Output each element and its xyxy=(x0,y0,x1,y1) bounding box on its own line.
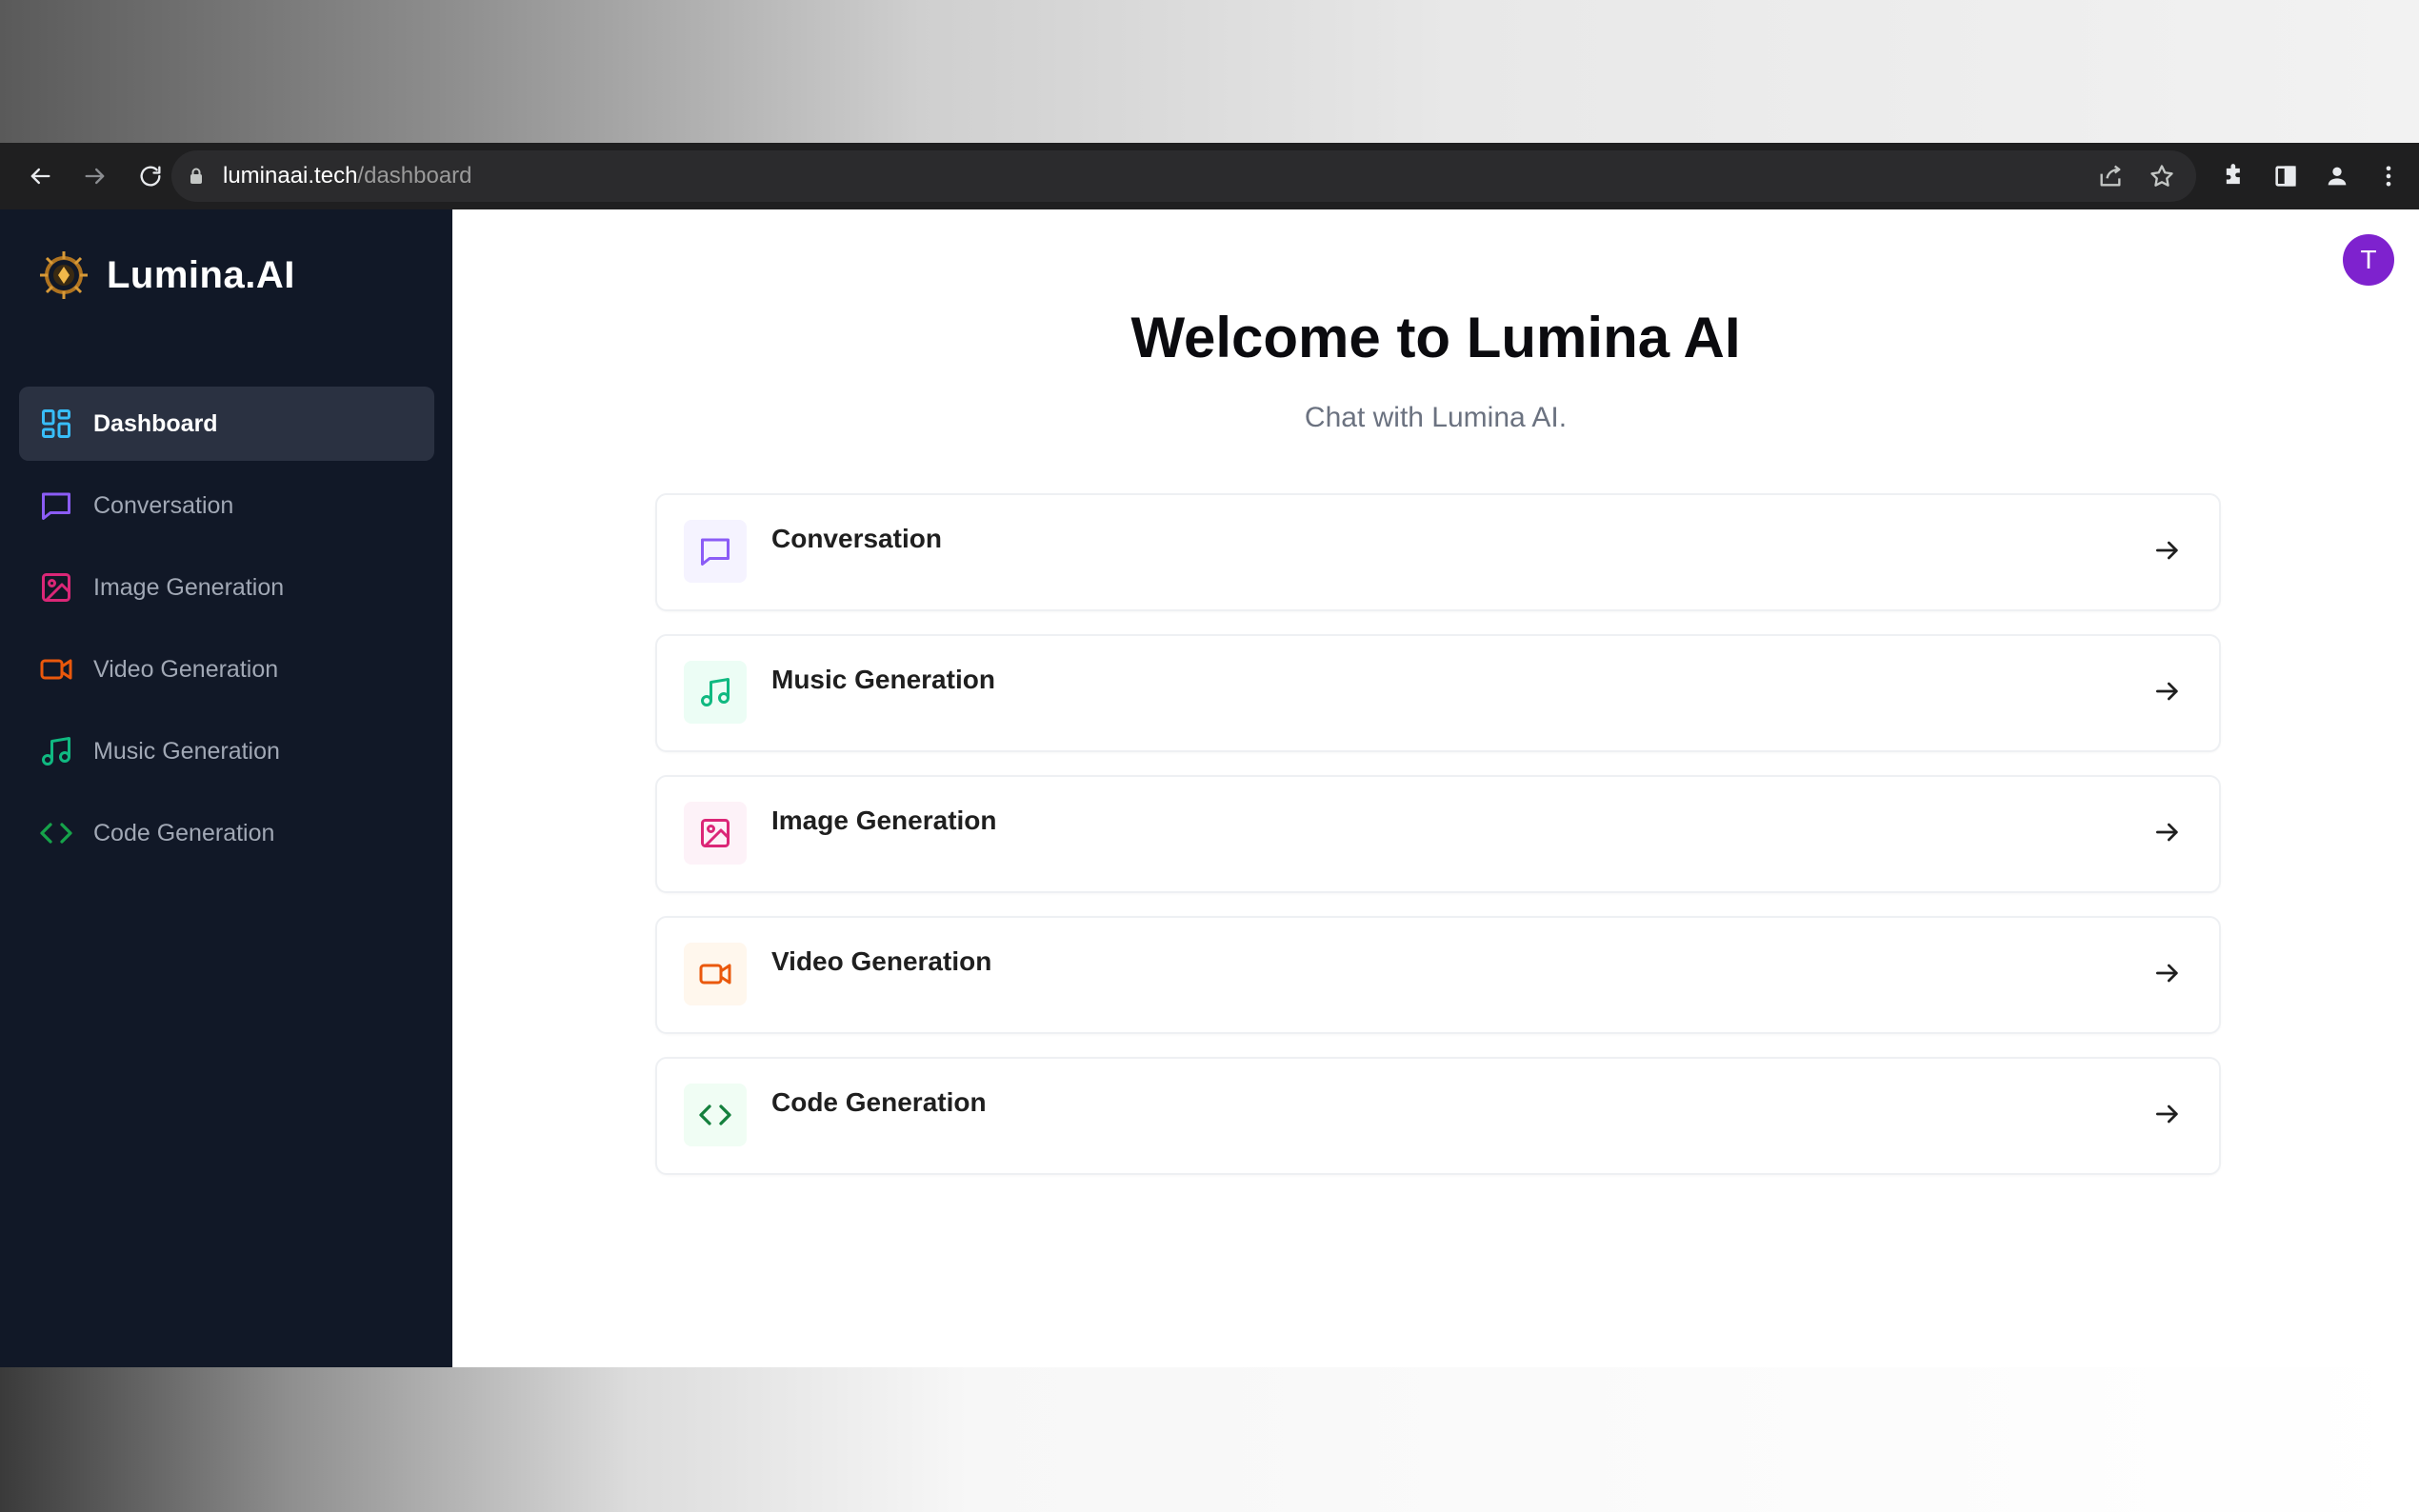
music-note-icon xyxy=(38,733,74,769)
sidebar-item-dashboard[interactable]: Dashboard xyxy=(19,387,434,461)
chat-bubble-icon xyxy=(701,538,730,566)
sidebar-item-music-generation[interactable]: Music Generation xyxy=(19,714,434,788)
sidebar-item-image-generation[interactable]: Image Generation xyxy=(19,550,434,625)
reload-icon xyxy=(140,166,161,187)
video-camera-icon xyxy=(38,651,74,687)
dashboard-grid-icon xyxy=(38,406,74,442)
url-host: luminaai.tech xyxy=(223,163,358,189)
browser-toolbar: luminaai.tech/dashboard xyxy=(0,143,2419,209)
card-title: Video Generation xyxy=(771,946,992,976)
card-icon-box xyxy=(684,802,747,865)
sidebar-item-label: Dashboard xyxy=(93,409,218,437)
lumina-logo-icon xyxy=(40,251,88,299)
back-arrow-icon xyxy=(30,168,50,185)
page-subtitle: Chat with Lumina AI. xyxy=(1304,402,1568,433)
brand[interactable]: Lumina.AI xyxy=(38,249,295,301)
forward-arrow-icon xyxy=(85,168,105,185)
back-button[interactable] xyxy=(15,151,65,201)
arrow-right-icon xyxy=(2156,1104,2178,1124)
side-panel-icon[interactable] xyxy=(2272,163,2299,189)
page-title: Welcome to Lumina AI xyxy=(1130,306,1741,369)
arrow-right-icon xyxy=(2156,682,2178,701)
card-icon-box xyxy=(684,943,747,1005)
omnibox-actions xyxy=(2097,150,2175,202)
code-brackets-icon xyxy=(38,815,74,851)
tool-card-music-generation[interactable]: Music Generation xyxy=(655,634,2221,752)
arrow-right-icon xyxy=(2156,541,2178,560)
video-camera-icon xyxy=(699,964,731,985)
sidebar-item-code-generation[interactable]: Code Generation xyxy=(19,796,434,870)
bookmark-star-icon[interactable] xyxy=(2149,163,2175,189)
card-icon-box xyxy=(684,1084,747,1146)
chat-bubble-icon xyxy=(38,487,74,524)
sidebar-item-label: Code Generation xyxy=(93,819,275,846)
sidebar-item-video-generation[interactable]: Video Generation xyxy=(19,632,434,706)
tool-card-image-generation[interactable]: Image Generation xyxy=(655,775,2221,893)
code-brackets-icon xyxy=(699,1104,731,1125)
address-bar[interactable]: luminaai.tech/dashboard xyxy=(171,150,2196,202)
card-icon-box xyxy=(684,520,747,583)
arrow-right-icon xyxy=(2156,964,2178,983)
browser-actions xyxy=(2221,152,2402,200)
tool-card-code-generation[interactable]: Code Generation xyxy=(655,1057,2221,1175)
card-title: Image Generation xyxy=(771,806,997,835)
kebab-menu-icon[interactable] xyxy=(2375,163,2402,189)
url-path: /dashboard xyxy=(357,163,472,189)
sidebar-item-label: Image Generation xyxy=(93,573,285,601)
sidebar-item-label: Conversation xyxy=(93,491,234,519)
sidebar: Lumina.AI Dashboard Conversation Image G… xyxy=(0,209,452,1367)
image-icon xyxy=(701,819,730,847)
music-note-icon xyxy=(701,678,730,706)
sidebar-item-conversation[interactable]: Conversation xyxy=(19,468,434,543)
desktop-background-top xyxy=(0,0,2419,143)
tool-card-video-generation[interactable]: Video Generation xyxy=(655,916,2221,1034)
brand-name: Lumina.AI xyxy=(107,253,295,296)
card-title: Code Generation xyxy=(771,1087,987,1117)
tool-card-conversation[interactable]: Conversation xyxy=(655,493,2221,611)
desktop-background-bottom xyxy=(0,1367,2419,1512)
card-title: Music Generation xyxy=(771,665,995,694)
share-icon[interactable] xyxy=(2097,163,2124,189)
forward-button[interactable] xyxy=(70,151,120,201)
url-text: luminaai.tech/dashboard xyxy=(223,163,472,189)
card-title: Conversation xyxy=(771,524,942,553)
lock-icon xyxy=(189,165,208,188)
user-avatar[interactable]: T xyxy=(2343,234,2394,286)
reload-button[interactable] xyxy=(126,151,175,201)
main-content: T Welcome to Lumina AI Chat with Lumina … xyxy=(452,209,2419,1367)
sidebar-item-label: Video Generation xyxy=(93,655,279,683)
sidebar-item-label: Music Generation xyxy=(93,737,280,765)
image-icon xyxy=(38,569,74,606)
extensions-puzzle-icon[interactable] xyxy=(2221,163,2248,189)
profile-icon[interactable] xyxy=(2324,163,2350,189)
arrow-right-icon xyxy=(2156,823,2178,842)
card-icon-box xyxy=(684,661,747,724)
